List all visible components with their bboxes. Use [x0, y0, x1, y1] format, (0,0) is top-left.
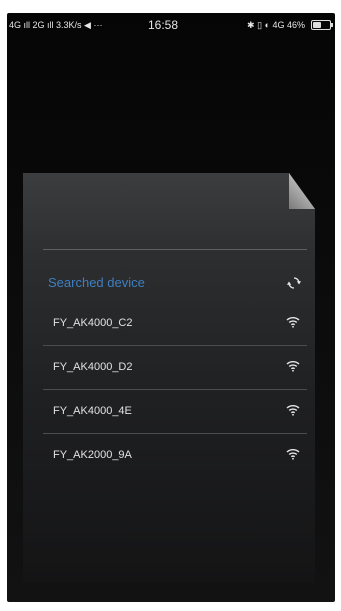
status-icons: ✱ ▯ ◐ 4G 46%: [247, 20, 305, 30]
device-row[interactable]: FY_AK4000_4E: [43, 390, 307, 434]
device-list: FY_AK4000_C2 FY_AK4000_D2 FY_AK4000_4E F…: [43, 302, 307, 477]
section-title: Searched device: [48, 275, 145, 290]
device-name: FY_AK2000_9A: [53, 449, 132, 461]
status-network: 4G ıll 2G ıll 3.3K/s ◀ ···: [9, 20, 103, 30]
device-name: FY_AK4000_4E: [53, 405, 132, 417]
device-name: FY_AK4000_D2: [53, 361, 133, 373]
battery-icon: [311, 20, 333, 30]
wifi-icon: [286, 449, 300, 460]
status-indicators: ✱ ▯ ◐ 4G 46%: [247, 13, 333, 37]
battery-level: [313, 22, 322, 28]
wifi-icon: [286, 317, 300, 328]
wifi-icon: [286, 361, 300, 372]
device-name: FY_AK4000_C2: [53, 317, 133, 329]
refresh-icon[interactable]: [287, 276, 301, 290]
wifi-icon: [286, 405, 300, 416]
device-row[interactable]: FY_AK2000_9A: [43, 434, 307, 477]
status-time: 16:58: [148, 18, 179, 32]
status-bar: 4G ıll 2G ıll 3.3K/s ◀ ··· 16:58 ✱ ▯ ◐ 4…: [7, 13, 335, 37]
device-row[interactable]: FY_AK4000_C2: [43, 302, 307, 346]
device-row[interactable]: FY_AK4000_D2: [43, 346, 307, 390]
panel-divider: [43, 249, 307, 250]
